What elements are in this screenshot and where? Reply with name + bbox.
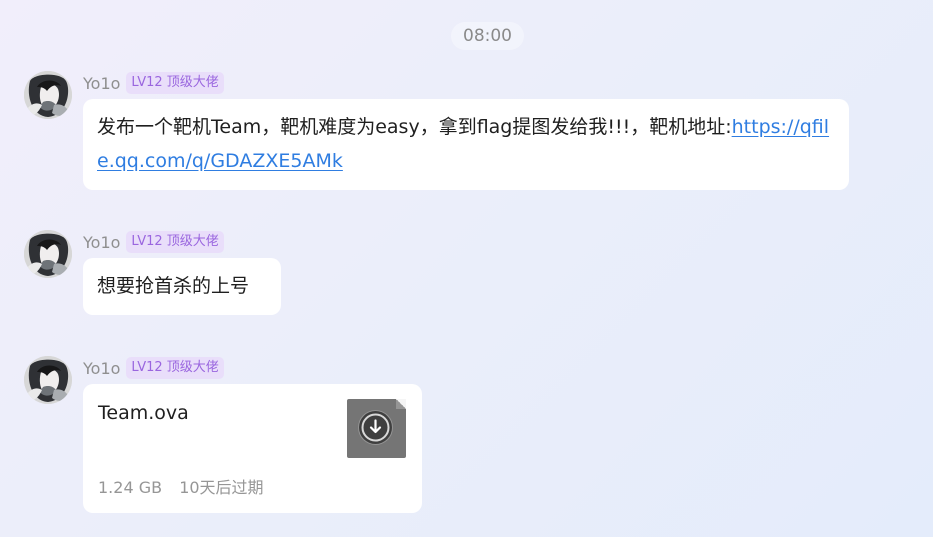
file-name: Team.ova [98, 402, 189, 424]
download-icon[interactable] [359, 411, 392, 444]
sender-name[interactable]: Yo1o [83, 359, 120, 378]
chat-window: 08:00 Yo1o LV12 顶级大佬 发布一个靶机Team，靶机难度为eas… [0, 0, 933, 537]
message-bubble: 发布一个靶机Team，靶机难度为easy，拿到flag提图发给我!!!，靶机地址… [83, 99, 849, 190]
avatar[interactable] [24, 230, 72, 278]
sender-row: Yo1o LV12 顶级大佬 [83, 71, 224, 95]
file-fold-corner [396, 399, 406, 409]
level-badge: LV12 顶级大佬 [126, 231, 224, 253]
message-text: 发布一个靶机Team，靶机难度为easy，拿到flag提图发给我!!!，靶机地址… [97, 116, 732, 138]
file-card[interactable]: Team.ova 1.24 GB 10天后过期 [83, 384, 422, 513]
file-size: 1.24 GB [98, 478, 163, 497]
file-meta: 1.24 GB 10天后过期 [98, 474, 264, 498]
time-divider: 08:00 [451, 22, 524, 50]
sender-row: Yo1o LV12 顶级大佬 [83, 356, 224, 380]
sender-name[interactable]: Yo1o [83, 233, 120, 252]
avatar[interactable] [24, 71, 72, 119]
avatar[interactable] [24, 356, 72, 404]
file-expiry: 10天后过期 [179, 478, 264, 497]
file-thumbnail[interactable] [347, 399, 406, 458]
sender-row: Yo1o LV12 顶级大佬 [83, 230, 224, 254]
sender-name[interactable]: Yo1o [83, 74, 120, 93]
level-badge: LV12 顶级大佬 [126, 357, 224, 379]
message-text: 想要抢首杀的上号 [97, 275, 250, 297]
level-badge: LV12 顶级大佬 [126, 72, 224, 94]
message-bubble: 想要抢首杀的上号 [83, 258, 281, 315]
